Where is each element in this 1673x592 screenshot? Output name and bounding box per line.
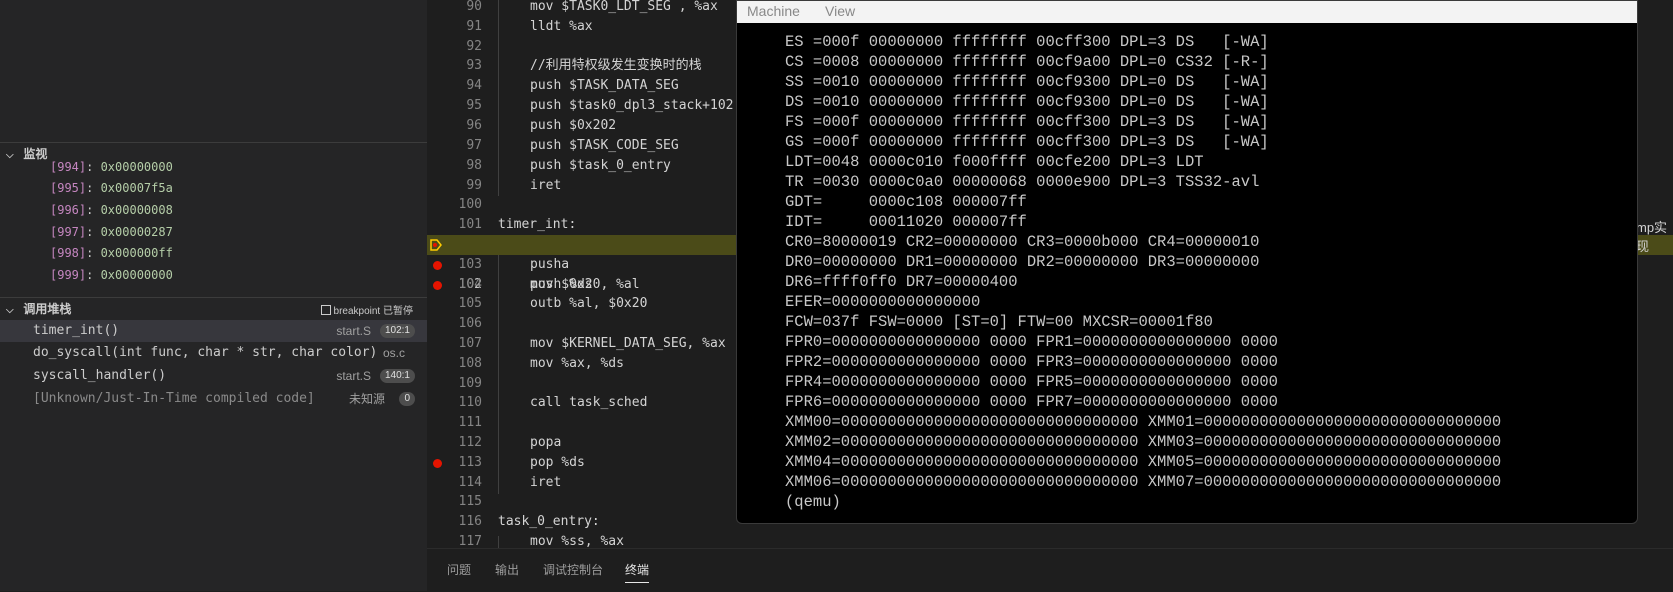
frame-line-badge: 102:1	[379, 324, 415, 338]
monitor-line: GS =000f 00000000 ffffffff 00cff300 DPL=…	[785, 133, 1269, 151]
monitor-line: FCW=037f FSW=0000 [ST=0] FTW=00 MXCSR=00…	[785, 313, 1213, 331]
frame-file: os.c	[382, 346, 405, 360]
menu-view[interactable]: View	[825, 3, 855, 19]
monitor-line: EFER=0000000000000000	[785, 293, 981, 311]
monitor-line: DR0=00000000 DR1=00000000 DR2=00000000 D…	[785, 253, 1260, 271]
watch-index: [995]	[50, 181, 87, 195]
monitor-line: DS =0010 00000000 ffffffff 00cf9300 DPL=…	[785, 93, 1269, 111]
frame-file: start.S	[336, 324, 371, 338]
frame-file: 未知源	[348, 392, 385, 406]
qemu-window[interactable]: Machine View ES =000f 00000000 ffffffff …	[736, 0, 1638, 524]
watch-item[interactable]: [999]: 0x00000000	[50, 264, 173, 286]
frame-line-badge: 140:1	[379, 369, 415, 383]
watch-value: 0x000000ff	[100, 246, 173, 260]
monitor-line: ES =000f 00000000 ffffffff 00cff300 DPL=…	[785, 33, 1269, 51]
tab-problems[interactable]: 问题	[447, 561, 471, 578]
monitor-line: XMM06=00000000000000000000000000000000 X…	[785, 473, 1502, 491]
watch-index: [998]	[50, 246, 87, 260]
watch-title: 监视	[23, 147, 48, 161]
watch-item[interactable]: [995]: 0x00007f5a	[50, 177, 173, 199]
monitor-line: XMM04=00000000000000000000000000000000 X…	[785, 453, 1502, 471]
watch-value: 0x00000008	[100, 203, 173, 217]
editor-overflow-text: mp实现	[1636, 220, 1668, 254]
debug-sidebar: ⌵ 监视 [994]: 0x00000000 [995]: 0x00007f5a…	[0, 0, 427, 591]
current-line-arrow-icon	[430, 239, 442, 251]
monitor-line: XMM02=00000000000000000000000000000000 X…	[785, 433, 1502, 451]
watch-index: [994]	[50, 160, 87, 174]
watch-item[interactable]: [997]: 0x00000287	[50, 221, 173, 243]
monitor-line: GDT= 0000c108 000007ff	[785, 193, 1027, 211]
panel-tab-bar: 问题 输出 调试控制台 终端	[427, 548, 1673, 592]
watch-item[interactable]: [994]: 0x00000000	[50, 156, 173, 178]
monitor-line: DR6=ffff0ff0 DR7=00000400	[785, 273, 1018, 291]
watch-value: 0x00007f5a	[100, 181, 173, 195]
monitor-line: FPR2=0000000000000000 0000 FPR3=00000000…	[785, 353, 1278, 371]
frame-name: do_syscall(int func, char * str, char co…	[33, 345, 378, 360]
stack-frame[interactable]: timer_int() start.S 102:1	[0, 320, 427, 342]
monitor-line: FPR4=0000000000000000 0000 FPR5=00000000…	[785, 373, 1278, 391]
monitor-line: TR =0030 0000c0a0 00000068 0000e900 DPL=…	[785, 173, 1260, 191]
menu-machine[interactable]: Machine	[747, 3, 800, 19]
watch-item[interactable]: [996]: 0x00000008	[50, 199, 173, 221]
monitor-prompt[interactable]: (qemu)	[785, 492, 841, 512]
monitor-line: FPR0=0000000000000000 0000 FPR1=00000000…	[785, 333, 1278, 351]
frame-name: syscall_handler()	[33, 368, 167, 383]
stack-frame[interactable]: syscall_handler() start.S 140:1	[0, 365, 427, 387]
pause-icon	[320, 305, 331, 315]
monitor-line: FS =000f 00000000 ffffffff 00cff300 DPL=…	[785, 113, 1269, 131]
watch-value: 0x00000000	[100, 268, 173, 282]
frame-line-badge: 0	[399, 392, 415, 406]
frame-name: timer_int()	[33, 323, 120, 338]
monitor-line: CR0=80000019 CR2=00000000 CR3=0000b000 C…	[785, 233, 1260, 251]
watch-item[interactable]: [998]: 0x000000ff	[50, 242, 173, 264]
watch-index: [997]	[50, 225, 87, 239]
monitor-line: FPR6=0000000000000000 0000 FPR7=00000000…	[785, 393, 1278, 411]
paused-status: breakpoint 已暂停	[320, 302, 413, 317]
tab-output[interactable]: 输出	[495, 561, 519, 578]
watch-index: [996]	[50, 203, 87, 217]
tab-debug-console[interactable]: 调试控制台	[543, 561, 603, 578]
monitor-line: CS =0008 00000000 ffffffff 00cf9a00 DPL=…	[785, 53, 1269, 71]
monitor-line: SS =0010 00000000 ffffffff 00cf9300 DPL=…	[785, 73, 1269, 91]
frame-name: [Unknown/Just-In-Time compiled code]	[33, 391, 315, 406]
monitor-line: IDT= 00011020 000007ff	[785, 213, 1027, 231]
tab-terminal[interactable]: 终端	[625, 561, 650, 583]
monitor-line: XMM00=00000000000000000000000000000000 X…	[785, 413, 1502, 431]
stack-frame[interactable]: [Unknown/Just-In-Time compiled code] 未知源…	[0, 388, 427, 410]
stack-frame[interactable]: do_syscall(int func, char * str, char co…	[0, 342, 427, 364]
chevron-down-icon: ⌵	[6, 150, 14, 161]
callstack-title: 调用堆栈	[23, 302, 72, 316]
monitor-line: LDT=0048 0000c010 f000ffff 00cfe200 DPL=…	[785, 153, 1204, 171]
watch-value: 0x00000287	[100, 225, 173, 239]
watch-value: 0x00000000	[100, 160, 173, 174]
watch-index: [999]	[50, 268, 87, 282]
chevron-down-icon: ⌵	[6, 305, 14, 316]
frame-file: start.S	[336, 369, 371, 383]
qemu-menubar: Machine View	[737, 1, 1637, 23]
